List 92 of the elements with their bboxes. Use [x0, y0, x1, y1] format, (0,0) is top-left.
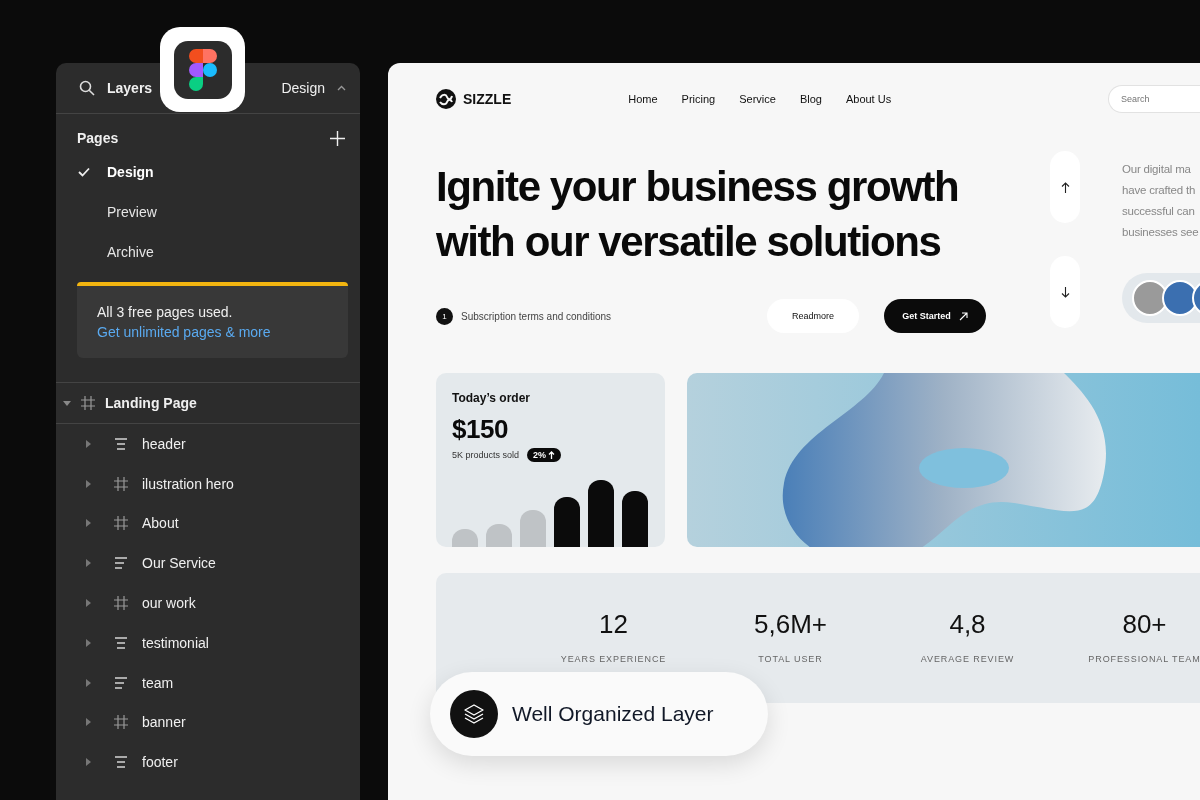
layers-tab[interactable]: Layers: [107, 80, 153, 96]
caret-icon[interactable]: [84, 758, 92, 767]
layers-icon: [450, 690, 498, 738]
callout-text: Well Organized Layer: [512, 702, 714, 726]
page-item[interactable]: Preview: [56, 192, 360, 232]
chart-bar: [554, 497, 580, 547]
caret-icon[interactable]: [84, 638, 92, 647]
chart-bar: [486, 524, 512, 547]
stat-label: PROFESSIONAL TEAM: [1088, 654, 1200, 664]
align-center-icon: [114, 755, 128, 770]
description-line: Our digital ma: [1122, 162, 1192, 177]
notice-text: All 3 free pages used.: [97, 304, 234, 320]
stat-value: 80+: [1122, 609, 1167, 640]
readmore-button[interactable]: Readmore: [767, 299, 859, 333]
growth-badge: 2%: [527, 448, 562, 462]
arrow-down-icon: [1060, 286, 1070, 298]
layer-name: About: [142, 515, 179, 532]
chart-bar: [520, 510, 546, 547]
arrow-up-icon: [1060, 181, 1070, 193]
align-center-icon: [114, 635, 128, 650]
page-switcher[interactable]: Design: [281, 80, 325, 96]
layer-name: our work: [142, 595, 196, 612]
stat-label: YEARS EXPERIENCE: [560, 654, 667, 664]
layer-row[interactable]: footer: [56, 742, 360, 783]
caret-icon[interactable]: [84, 718, 92, 727]
pages-heading: Pages: [77, 130, 119, 146]
search-icon[interactable]: [79, 80, 95, 96]
description-line: have crafted th: [1122, 183, 1197, 198]
description-line: successful can: [1122, 204, 1196, 219]
layer-row[interactable]: header: [56, 424, 360, 464]
stat-label: AVERAGE REVIEW: [920, 654, 1015, 664]
chart-bar: [452, 529, 478, 547]
layer-name: banner: [142, 714, 186, 731]
caret-icon[interactable]: [84, 479, 92, 488]
layer-row[interactable]: banner: [56, 702, 360, 743]
frame-icon: [114, 596, 128, 611]
page-item[interactable]: Design: [56, 152, 360, 192]
layer-name: footer: [142, 754, 178, 771]
caret-icon[interactable]: [84, 439, 92, 448]
caret-icon[interactable]: [337, 85, 346, 91]
brand-name: SIZZLE: [463, 91, 512, 107]
layer-row[interactable]: our work: [56, 583, 360, 623]
caret-icon[interactable]: [84, 599, 92, 608]
nav-link[interactable]: About Us: [845, 93, 892, 105]
layer-name: header: [142, 435, 186, 452]
stat-value: 12: [599, 609, 628, 640]
products-sold: 5K products sold: [452, 450, 520, 460]
frame-icon: [114, 715, 128, 730]
chart-bar: [588, 480, 614, 547]
order-amount: $150: [452, 414, 509, 445]
get-started-button[interactable]: Get Started: [884, 299, 986, 333]
layer-name: Landing Page: [105, 395, 197, 411]
upgrade-link[interactable]: Get unlimited pages & more: [97, 324, 271, 340]
terms-link[interactable]: Subscription terms and conditions: [461, 310, 612, 322]
stat-value: 5,6M+: [754, 609, 827, 640]
layer-name: team: [142, 674, 174, 691]
stat-value: 4,8: [949, 609, 986, 640]
layer-row[interactable]: Our Service: [56, 543, 360, 584]
hero-headline: Ignite your business growth with our versatile solutions: [436, 162, 960, 267]
search-field[interactable]: Search: [1108, 85, 1200, 113]
nav-link[interactable]: Home: [628, 93, 658, 105]
add-icon[interactable]: [330, 130, 345, 146]
align-center-icon: [114, 436, 128, 451]
brand-logo-icon: [436, 89, 456, 109]
page-item[interactable]: Archive: [56, 232, 360, 272]
layer-row[interactable]: Landing Page: [56, 383, 360, 423]
align-left-icon: [114, 675, 128, 690]
nav-link[interactable]: Blog: [799, 93, 822, 105]
caret-icon[interactable]: [63, 399, 71, 407]
order-title: Today’s order: [452, 391, 532, 405]
description-line: businesses see: [1122, 225, 1200, 240]
chart-bar: [622, 491, 648, 547]
nav-link[interactable]: Pricing: [681, 93, 716, 105]
layer-name: ilustration hero: [142, 475, 234, 492]
stat-label: TOTAL USER: [758, 654, 823, 664]
arrow-icon: [958, 311, 968, 321]
caret-icon[interactable]: [84, 678, 92, 687]
checkmark-icon: [78, 167, 90, 177]
layer-row[interactable]: testimonial: [56, 623, 360, 663]
layer-name: Our Service: [142, 555, 216, 572]
nav-link[interactable]: Service: [739, 93, 776, 105]
caret-icon[interactable]: [84, 559, 92, 568]
layer-row[interactable]: team: [56, 662, 360, 703]
layer-row[interactable]: ilustration hero: [56, 463, 360, 504]
frame-icon: [81, 396, 95, 410]
frame-icon: [114, 516, 128, 531]
layer-row[interactable]: About: [56, 503, 360, 544]
layer-name: testimonial: [142, 634, 209, 651]
align-left-icon: [114, 556, 128, 571]
frame-icon: [114, 476, 128, 491]
caret-icon[interactable]: [84, 519, 92, 528]
step-number: 1: [436, 307, 453, 325]
